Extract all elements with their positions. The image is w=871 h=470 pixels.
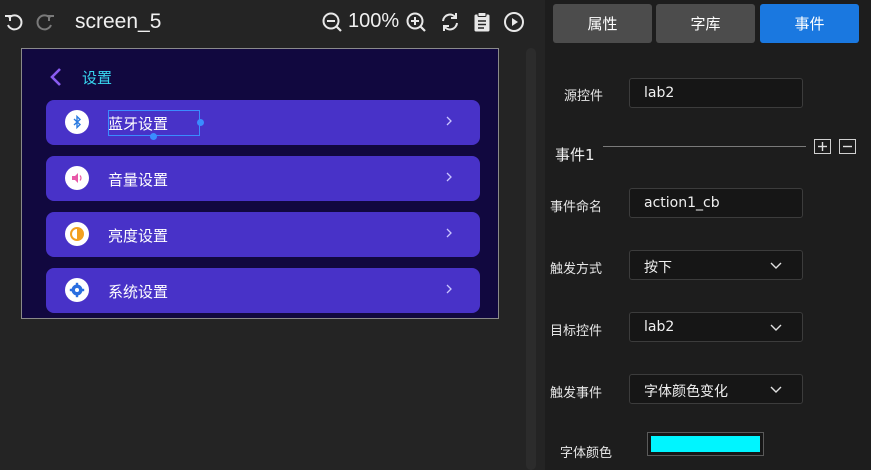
redo-icon[interactable]	[34, 11, 56, 33]
chevron-right-icon	[446, 172, 452, 182]
event-name-field[interactable]: action1_cb	[629, 188, 803, 218]
chevron-right-icon	[446, 284, 452, 294]
event-header: 事件1	[555, 146, 595, 164]
chevron-right-icon	[446, 116, 452, 126]
source-widget-label: 源控件	[564, 89, 604, 104]
chevron-down-icon	[770, 386, 782, 393]
target-widget-label: 目标控件	[550, 324, 603, 339]
trigger-mode-select[interactable]: 按下	[629, 250, 803, 280]
list-item-volume[interactable]: 音量设置	[46, 156, 480, 201]
property-panel: 属性 字库 事件 源控件 lab2 事件1 事件命名 action1_cb 触发…	[545, 0, 871, 470]
chevron-down-icon	[770, 262, 782, 269]
add-event-button[interactable]	[814, 139, 831, 154]
back-arrow-icon[interactable]	[48, 67, 64, 87]
list-item-label: 系统设置	[108, 283, 169, 301]
color-swatch-fill	[651, 436, 760, 452]
list-item-system[interactable]: 系统设置	[46, 268, 480, 313]
trigger-event-select[interactable]: 字体颜色变化	[629, 374, 803, 404]
chevron-down-icon	[770, 324, 782, 331]
zoom-in-icon[interactable]	[405, 11, 427, 33]
font-color-label: 字体颜色	[560, 446, 613, 461]
field-value: action1_cb	[644, 195, 720, 211]
undo-icon[interactable]	[3, 11, 25, 33]
brightness-icon	[65, 222, 89, 246]
tab-font-library[interactable]: 字库	[656, 4, 755, 43]
event-name-label: 事件命名	[550, 200, 603, 215]
source-widget-field[interactable]: lab2	[629, 78, 803, 108]
remove-event-button[interactable]	[839, 139, 856, 154]
list-item-label: 音量设置	[108, 171, 169, 189]
resize-handle-bottom[interactable]	[150, 133, 157, 140]
refresh-icon[interactable]	[439, 11, 461, 33]
trigger-event-label: 触发事件	[550, 386, 603, 401]
font-color-picker[interactable]	[647, 432, 764, 456]
list-item-label: 亮度设置	[108, 227, 169, 245]
select-value: lab2	[644, 319, 675, 335]
device-preview: 设置 蓝牙设置 音量设置 亮度设置 系统设置	[21, 48, 499, 319]
zoom-level: 100%	[348, 10, 400, 32]
select-value: 按下	[644, 260, 672, 276]
device-title: 设置	[82, 69, 113, 87]
target-widget-select[interactable]: lab2	[629, 312, 803, 342]
chevron-right-icon	[446, 228, 452, 238]
divider	[603, 146, 806, 147]
select-value: 字体颜色变化	[644, 384, 728, 400]
system-settings-icon	[65, 278, 89, 302]
field-value: lab2	[644, 85, 675, 101]
clipboard-icon[interactable]	[471, 11, 493, 33]
trigger-mode-label: 触发方式	[550, 262, 603, 277]
play-icon[interactable]	[503, 11, 525, 33]
tab-properties[interactable]: 属性	[553, 4, 652, 43]
resize-handle-right[interactable]	[197, 119, 204, 126]
bluetooth-icon	[65, 110, 89, 134]
canvas-scrollbar[interactable]	[526, 48, 536, 470]
zoom-out-icon[interactable]	[321, 11, 343, 33]
tab-events[interactable]: 事件	[760, 4, 859, 43]
volume-icon	[65, 166, 89, 190]
list-item-brightness[interactable]: 亮度设置	[46, 212, 480, 257]
screen-title: screen_5	[75, 10, 162, 33]
